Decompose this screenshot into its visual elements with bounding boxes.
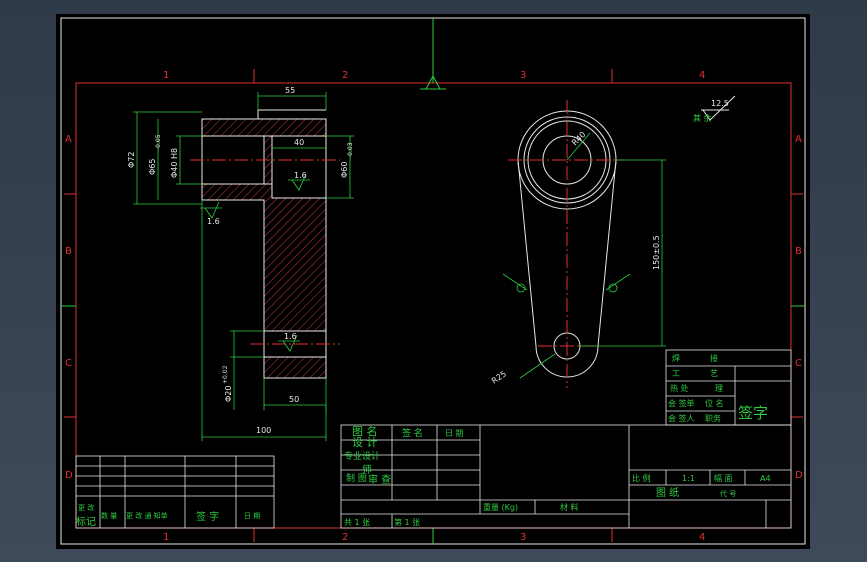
- dim-bore-depth: 40: [294, 138, 304, 147]
- revision-label-b: 标记: [76, 516, 96, 528]
- cad-drawing: 1 2 3 4 1 2 3 4 A B C D A B C D 55 40 Φ7…: [56, 14, 810, 549]
- zone-col-4: 4: [699, 70, 705, 81]
- tb-size-value: A4: [760, 474, 771, 483]
- zone-row-c: C: [65, 358, 72, 369]
- tb-draw: 制 图: [346, 472, 367, 484]
- drawing-sheet: [56, 14, 810, 549]
- tech-row-process-b: 艺: [710, 369, 718, 378]
- tb-sign-header: 签 名: [402, 427, 423, 439]
- revision-col-sign: 签 字: [196, 510, 219, 523]
- zone-row-d: D: [65, 470, 73, 481]
- revision-col-notice: 更 改 通 知单: [126, 511, 168, 520]
- zone-col-2-bottom: 2: [342, 532, 348, 543]
- dim-hub-tol: -0.05: [155, 134, 162, 150]
- dim-right-dia: Φ60: [340, 162, 349, 178]
- dim-top-width: 55: [285, 86, 295, 95]
- dim-hub-dia: Φ65: [148, 159, 157, 175]
- zone-col-3-bottom: 3: [520, 532, 526, 543]
- revision-label-a: 更 改: [78, 503, 94, 512]
- tb-review: 审 查: [368, 473, 391, 486]
- tb-extra-a: 专业设计: [344, 450, 380, 462]
- zone-col-2: 2: [342, 70, 348, 81]
- zone-row-d-right: D: [795, 470, 803, 481]
- zone-row-b-right: B: [795, 246, 802, 257]
- dim-center: 150±0.5: [652, 235, 661, 270]
- zone-col-1: 1: [163, 70, 169, 81]
- tb-size-label: 幅 面: [714, 473, 733, 483]
- rough-top: 1.6: [294, 171, 307, 180]
- tb-drawing-label: 图 纸: [656, 486, 679, 499]
- dim-outer-dia: Φ72: [127, 152, 136, 168]
- tb-material: 材 料: [560, 502, 579, 512]
- revision-col-date: 日 期: [244, 512, 260, 520]
- tb-weight: 重量 (Kg): [483, 502, 518, 512]
- tb-code-label: 代 号: [720, 489, 736, 498]
- tech-row-person: 会 签人: [668, 413, 695, 423]
- zone-col-4-bottom: 4: [699, 532, 705, 543]
- tech-row-weld-b: 接: [710, 353, 718, 363]
- zone-row-a-right: A: [795, 134, 802, 145]
- dim-bore: Φ40 H8: [170, 148, 179, 178]
- zone-col-1-bottom: 1: [163, 532, 169, 543]
- surface-value: 12.5: [711, 99, 729, 108]
- revision-col-qty: 数 量: [101, 511, 117, 520]
- tb-sheet-no: 第 1 张: [394, 517, 420, 527]
- dim-right-tol: -0.03: [347, 142, 354, 158]
- tb-sheets: 共 1 张: [344, 518, 370, 527]
- tech-row-weld: 焊: [672, 353, 680, 363]
- zone-row-c-right: C: [795, 358, 802, 369]
- tech-row-unit: 会 签单: [668, 398, 695, 408]
- dim-total: 100: [256, 426, 271, 435]
- tech-row-person-b: 职务: [705, 413, 721, 423]
- tech-row-heat: 热 处: [670, 383, 689, 393]
- tb-date-header: 日 期: [445, 429, 464, 438]
- surface-label: 其 余: [693, 113, 712, 123]
- tech-signature: 签字: [738, 404, 768, 422]
- dim-arm-width: 50: [289, 395, 299, 404]
- tech-row-unit-b: 位 名: [705, 398, 724, 408]
- tb-scale-value: 1:1: [682, 474, 695, 483]
- zone-row-a: A: [65, 134, 72, 145]
- dim-small-tol: +0.02: [222, 365, 229, 384]
- dim-small-bore: Φ20: [224, 386, 233, 402]
- tb-design: 设 计: [352, 436, 378, 449]
- tech-row-process: 工: [672, 369, 680, 378]
- tech-row-heat-b: 理: [715, 384, 723, 393]
- rough-bottom: 1.6: [284, 332, 297, 341]
- zone-row-b: B: [65, 246, 72, 257]
- tb-scale-label: 比 例: [632, 473, 651, 483]
- zone-col-3: 3: [520, 70, 526, 81]
- rough-left: 1.6: [207, 217, 220, 226]
